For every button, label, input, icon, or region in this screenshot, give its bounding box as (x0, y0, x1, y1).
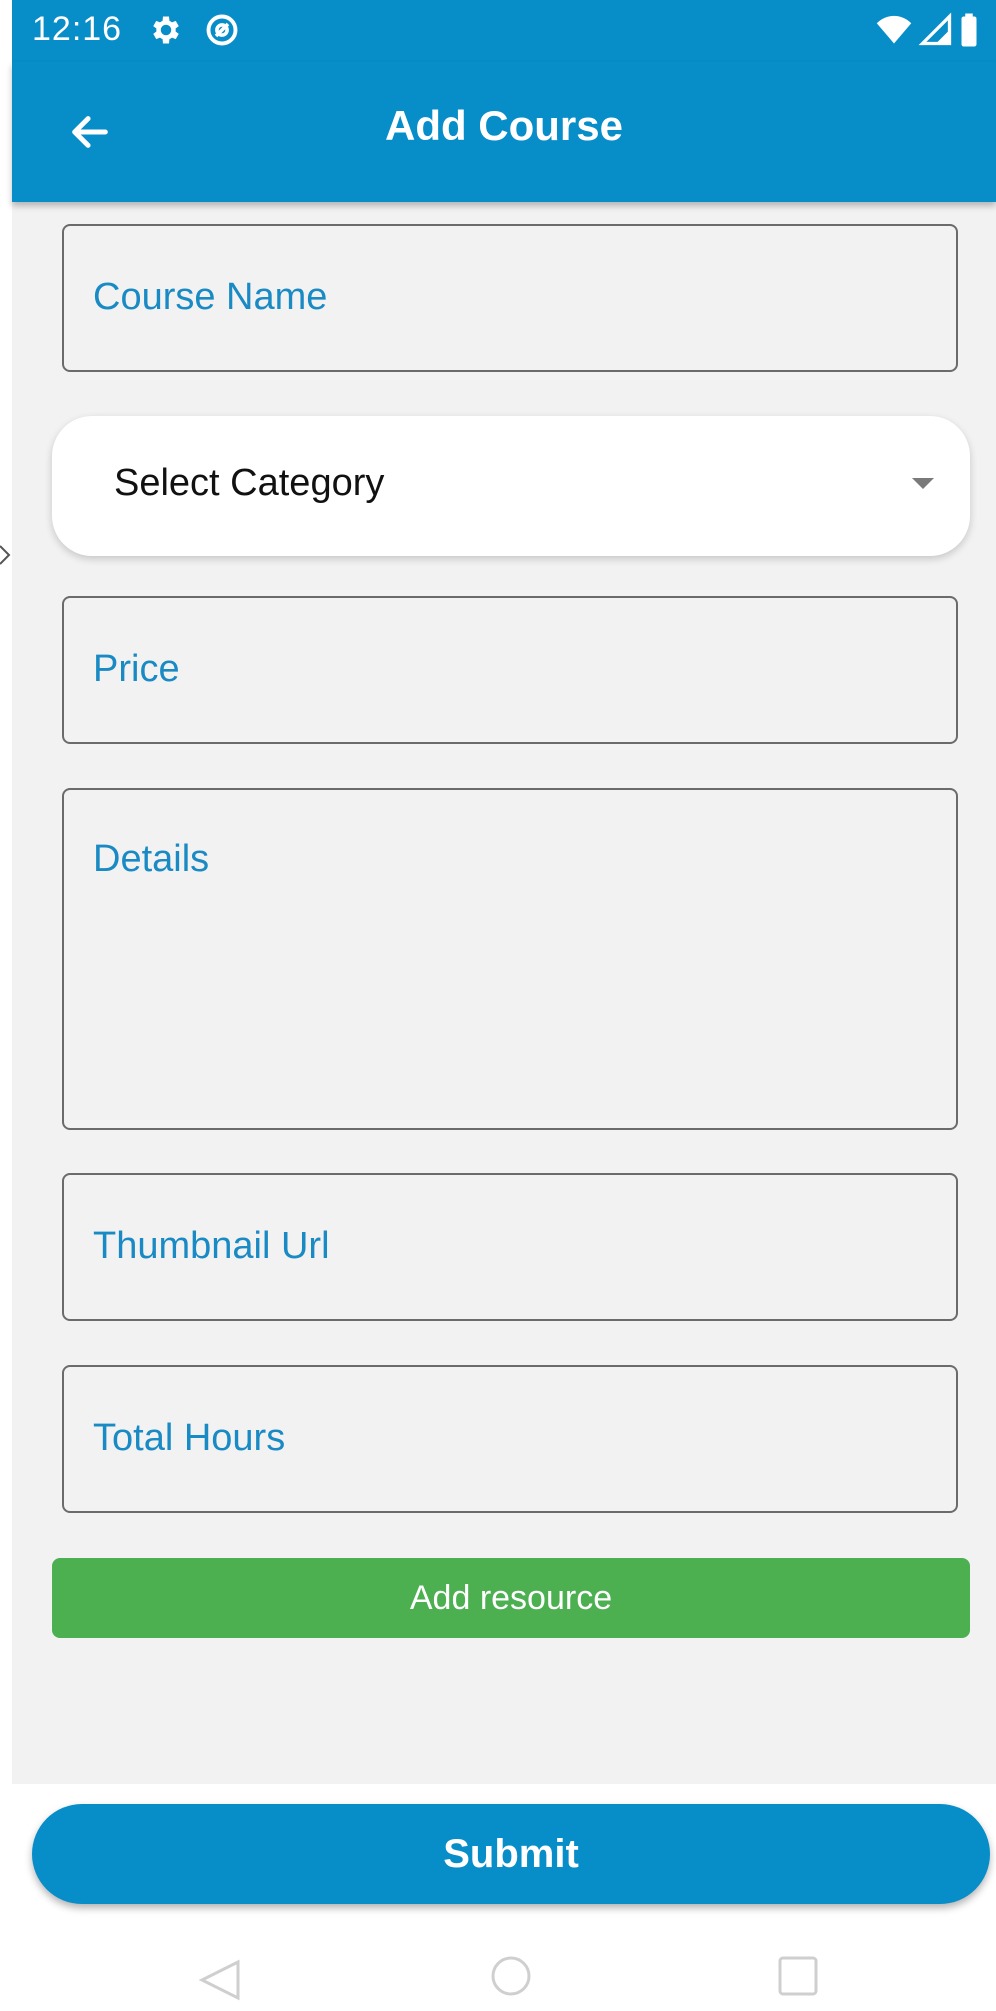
details-placeholder: Details (93, 838, 210, 880)
system-nav-bar (0, 1940, 996, 2011)
recents-square-icon[interactable] (768, 1950, 828, 2010)
category-select-value: Select Category (114, 462, 385, 504)
details-field[interactable]: Details (62, 788, 958, 1130)
gear-icon (153, 16, 179, 44)
total-hours-field[interactable]: Total Hours (62, 1365, 958, 1513)
wifi-icon (876, 15, 912, 44)
app-bar: Add Course (12, 62, 996, 202)
left-edge-strip (0, 0, 12, 1784)
page-title: Add Course (384, 102, 623, 149)
total-hours-placeholder: Total Hours (93, 1417, 286, 1459)
screen: 12:16 Add Course Course Name Select Cate… (0, 0, 996, 2011)
thumbnail-url-field[interactable]: Thumbnail Url (62, 1173, 958, 1321)
at-sign-icon (206, 14, 238, 46)
back-triangle-icon[interactable] (190, 1950, 250, 2010)
caret-down-icon (912, 478, 934, 489)
status-time: 12:16 (32, 10, 123, 48)
price-placeholder: Price (93, 648, 180, 690)
signal-icon (918, 12, 952, 46)
home-circle-icon[interactable] (481, 1950, 541, 2010)
price-field[interactable]: Price (62, 596, 958, 744)
edge-arrow-icon[interactable] (0, 540, 12, 570)
status-bar: 12:16 (12, 0, 996, 62)
course-name-placeholder: Course Name (93, 276, 328, 318)
category-select[interactable]: Select Category (52, 416, 970, 556)
course-form: Course Name Select Category Price Detail… (12, 202, 996, 1784)
submit-button[interactable]: Submit (32, 1804, 990, 1904)
add-resource-button[interactable]: Add resource (52, 1558, 970, 1638)
battery-icon (961, 13, 977, 47)
thumbnail-url-placeholder: Thumbnail Url (93, 1225, 330, 1267)
course-name-field[interactable]: Course Name (62, 224, 958, 372)
